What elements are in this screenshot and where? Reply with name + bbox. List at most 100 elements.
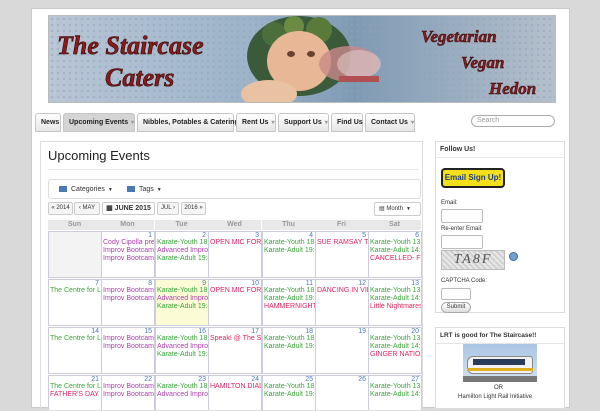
- calendar-day-cell[interactable]: 8 Improv Bootcamp Improv Bootcamp: [101, 279, 155, 326]
- nav-tab-news[interactable]: News: [35, 113, 61, 132]
- calendar-event[interactable]: Karate-Youth 18:: [264, 383, 315, 391]
- day-number[interactable]: 20: [411, 328, 419, 335]
- day-number[interactable]: 7: [95, 280, 99, 287]
- calendar-event[interactable]: Karate-Youth 18:: [157, 383, 208, 391]
- calendar-event[interactable]: Improv Bootcamp: [103, 295, 154, 303]
- calendar-event[interactable]: Karate-Youth 13:: [370, 335, 421, 343]
- calendar-day-cell[interactable]: 9 Karate-Youth 18: Advanced Improv Karate-A…: [155, 279, 209, 326]
- day-number[interactable]: 13: [411, 280, 419, 287]
- calendar-day-cell[interactable]: 24HAMILTON DIALO: [208, 375, 262, 410]
- day-number[interactable]: 3: [255, 232, 259, 239]
- calendar-event[interactable]: FATHER'S DAY C: [50, 391, 101, 399]
- day-number[interactable]: 2: [202, 232, 206, 239]
- calendar-day-cell[interactable]: 10OPEN MIC FOR MU: [208, 279, 262, 326]
- day-number[interactable]: 9: [202, 280, 206, 287]
- nav-tab-nibbles[interactable]: Nibbles, Potables & Catering: [137, 113, 239, 132]
- calendar-event[interactable]: Advanced Improv: [157, 343, 208, 351]
- calendar-day-cell[interactable]: 25 Karate-Youth 18: Karate-Adult 19:0: [262, 375, 316, 410]
- next-month-button[interactable]: JUL ›: [157, 202, 179, 215]
- calendar-event[interactable]: Karate-Youth 18:: [264, 335, 315, 343]
- calendar-event[interactable]: Karate-Adult 19:0: [264, 295, 315, 303]
- calendar-day-cell[interactable]: 22 Improv Bootcamp Improv Bootcamp: [101, 375, 155, 410]
- calendar-event[interactable]: Karate-Youth 13:: [370, 383, 421, 391]
- day-number[interactable]: 19: [358, 328, 366, 335]
- day-number[interactable]: 17: [251, 328, 259, 335]
- calendar-day-cell[interactable]: [48, 231, 102, 278]
- view-select[interactable]: ▤ Month ▼: [374, 202, 421, 216]
- day-number[interactable]: 15: [144, 328, 152, 335]
- calendar-day-cell[interactable]: 6 Karate-Youth 13: Karate-Adult 14:0 CANCEL…: [368, 231, 422, 278]
- lrt-caption[interactable]: Hamilton Light Rail Initiative: [458, 394, 532, 400]
- day-number[interactable]: 11: [306, 280, 313, 287]
- calendar-event[interactable]: Cody Cipolla prese: [103, 239, 154, 247]
- calendar-event[interactable]: Karate-Adult 14:0: [370, 247, 421, 255]
- day-number[interactable]: 10: [251, 280, 259, 287]
- calendar-event[interactable]: Improv Bootcamp: [103, 383, 154, 391]
- calendar-event[interactable]: The Centre for Lif: [50, 335, 101, 343]
- calendar-event[interactable]: Speak! @ The Sta: [210, 335, 261, 343]
- calendar-day-cell[interactable]: 5SUE RAMSAY TRIC: [315, 231, 369, 278]
- calendar-day-cell[interactable]: 23 Karate-Youth 18: Advanced Improv: [155, 375, 209, 410]
- calendar-event[interactable]: Karate-Adult 19:0: [264, 343, 315, 351]
- day-number[interactable]: 24: [251, 376, 259, 383]
- calendar-day-cell[interactable]: 26: [315, 375, 369, 410]
- day-number[interactable]: 21: [91, 376, 99, 383]
- calendar-event[interactable]: OPEN MIC FOR MU: [210, 239, 261, 247]
- calendar-day-cell[interactable]: 19: [315, 327, 369, 374]
- calendar-event[interactable]: Karate-Adult 19:0: [264, 391, 315, 399]
- calendar-day-cell[interactable]: 18 Karate-Youth 18: Karate-Adult 19:0: [262, 327, 316, 374]
- calendar-day-cell[interactable]: 12DANCING IN VIEN: [315, 279, 369, 326]
- day-number[interactable]: 12: [358, 280, 366, 287]
- calendar-event[interactable]: Karate-Adult 19:0: [157, 303, 208, 311]
- nav-tab-find-us[interactable]: Find Us: [331, 113, 363, 132]
- calendar-event[interactable]: Improv Bootcamp: [103, 287, 154, 295]
- refresh-captcha-icon[interactable]: [509, 252, 518, 261]
- search-input[interactable]: Search: [471, 115, 555, 127]
- calendar-event[interactable]: The Centre for Lif: [50, 383, 101, 391]
- calendar-event[interactable]: Karate-Adult 14:0: [370, 391, 421, 399]
- day-number[interactable]: 8: [148, 280, 152, 287]
- calendar-event[interactable]: Improv Bootcamp: [103, 335, 154, 343]
- day-number[interactable]: 22: [144, 376, 152, 383]
- day-number[interactable]: 27: [411, 376, 419, 383]
- calendar-day-cell[interactable]: 14 The Centre for Lif: [48, 327, 102, 374]
- submit-button[interactable]: Submit: [441, 302, 471, 313]
- calendar-event[interactable]: CANCELLED- FRIG: [370, 255, 421, 263]
- calendar-event[interactable]: Karate-Youth 18:: [264, 287, 315, 295]
- calendar-day-cell[interactable]: 15 Improv Bootcamp Improv Bootcamp: [101, 327, 155, 374]
- categories-filter[interactable]: Categories ▼: [59, 186, 113, 193]
- day-number[interactable]: 14: [91, 328, 99, 335]
- day-number[interactable]: 6: [415, 232, 419, 239]
- calendar-day-cell[interactable]: 27 Karate-Youth 13: Karate-Adult 14:0: [368, 375, 422, 410]
- calendar-event[interactable]: Karate-Youth 18:: [157, 335, 208, 343]
- calendar-day-cell[interactable]: 1Cody Cipolla preseImprov BootcampImprov…: [101, 231, 155, 278]
- calendar-event[interactable]: HAMMERNIGHT LI: [264, 303, 315, 311]
- calendar-event[interactable]: Karate-Youth 13:: [370, 239, 421, 247]
- calendar-day-cell[interactable]: 2 Karate-Youth 18: Advanced Improv Karate-A…: [155, 231, 209, 278]
- calendar-day-cell[interactable]: 17 Speak! @ The Sta: [208, 327, 262, 374]
- nav-tab-rent-us[interactable]: Rent Us ▾: [236, 113, 276, 132]
- calendar-event[interactable]: Karate-Youth 18:: [157, 239, 208, 247]
- calendar-day-cell[interactable]: 21 The Centre for Lif FATHER'S DAY C: [48, 375, 102, 410]
- calendar-day-cell[interactable]: 16 Karate-Youth 18: Advanced Improv Karate-…: [155, 327, 209, 374]
- calendar-event[interactable]: Karate-Adult 14:0: [370, 295, 421, 303]
- calendar-event[interactable]: Improv Bootcamp: [103, 343, 154, 351]
- calendar-event[interactable]: Karate-Adult 14:0: [370, 343, 421, 351]
- calendar-event[interactable]: SUE RAMSAY TRIC: [317, 239, 368, 247]
- current-month-button[interactable]: ▦ JUNE 2015: [102, 202, 155, 215]
- nav-tab-upcoming-events[interactable]: Upcoming Events ▾: [63, 113, 135, 132]
- captcha-code-field[interactable]: [441, 288, 471, 300]
- calendar-event[interactable]: OPEN MIC FOR MU: [210, 287, 261, 295]
- day-number[interactable]: 23: [198, 376, 206, 383]
- calendar-event[interactable]: Karate-Youth 13:: [370, 287, 421, 295]
- prev-month-button[interactable]: ‹ MAY: [74, 202, 100, 215]
- calendar-day-cell[interactable]: 20 Karate-Youth 13: Karate-Adult 14:0 GINGE…: [368, 327, 422, 374]
- email-field[interactable]: [441, 209, 483, 223]
- site-banner[interactable]: The Staircase Caters Vegetarian Vegan He…: [48, 15, 556, 103]
- calendar-day-cell[interactable]: 4 Karate-Youth 18: Karate-Adult 19:0: [262, 231, 316, 278]
- calendar-event[interactable]: Karate-Adult 19:0: [157, 255, 208, 263]
- calendar-event[interactable]: Karate-Adult 19:0: [264, 247, 315, 255]
- calendar-event[interactable]: HAMILTON DIALO: [210, 383, 261, 391]
- day-number[interactable]: 26: [358, 376, 366, 383]
- calendar-event[interactable]: Improv Bootcamp: [103, 255, 154, 263]
